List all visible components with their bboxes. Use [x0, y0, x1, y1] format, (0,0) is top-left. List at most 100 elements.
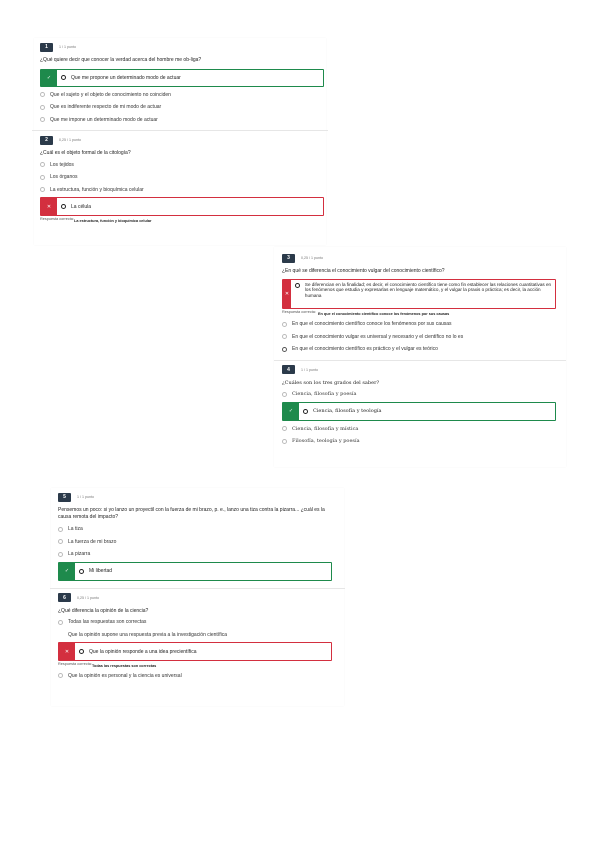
selected-answer[interactable]: ✕ Se diferencian en la finalidad; es dec…	[282, 278, 556, 309]
answer-option[interactable]: Filosofía, teología y poesía	[282, 435, 558, 448]
option-text: Que me impone un determinado modo de act…	[50, 116, 158, 123]
check-icon: ✓	[41, 69, 57, 86]
question-header: 3 0,25 / 1 punto	[282, 253, 558, 263]
answer-option[interactable]: Que me impone un determinado modo de act…	[40, 114, 320, 127]
radio[interactable]	[40, 117, 45, 123]
answer-option[interactable]: La tiza	[58, 523, 337, 536]
radio[interactable]	[40, 104, 45, 110]
question-header: 4 1 / 1 punto	[282, 365, 558, 375]
option-text: En que el conocimiento científico es prá…	[292, 346, 438, 353]
question-text: ¿Cuál es el objeto formal de la citologí…	[40, 150, 131, 156]
option-text: Que el sujeto y el objeto de conocimient…	[50, 91, 171, 98]
option-text: Que es indiferente respecto de mi modo d…	[50, 104, 162, 111]
radio-selected[interactable]	[294, 282, 300, 288]
radio[interactable]	[58, 619, 63, 625]
option-text: Que la opinión es personal y la ciencia …	[68, 672, 182, 679]
option-text: Los tejidos	[50, 161, 74, 168]
answer-option[interactable]: La estructura, función y bioquímica celu…	[40, 184, 320, 197]
question-header: 1 1 / 1 punto	[40, 42, 320, 52]
question-text: Pensemos un poco: si yo lanzo un proyect…	[58, 507, 325, 520]
answer-option[interactable]: La fuerza de mi brazo	[58, 536, 337, 549]
radio-selected[interactable]	[61, 75, 66, 80]
question-header: 6 0,25 / 1 punto	[58, 593, 337, 603]
selected-answer[interactable]: ✓ Que me propone un determinado modo de …	[40, 68, 324, 87]
check-icon: ✓	[283, 402, 299, 420]
correct-answer-label: Respuesta correcta:	[58, 662, 92, 666]
radio[interactable]	[282, 426, 287, 432]
selected-answer[interactable]: ✕ La célula	[40, 197, 324, 216]
question-number: 1	[40, 42, 53, 52]
selected-answer[interactable]: ✕ Que la opinión responde a una idea pre…	[58, 642, 332, 661]
radio[interactable]	[40, 174, 45, 180]
answer-text: Ciencia, filosofía y teología	[313, 408, 382, 415]
radio-selected[interactable]	[61, 204, 66, 209]
option-text: La estructura, función y bioquímica celu…	[50, 186, 144, 193]
question-header: 5 1 / 1 punto	[58, 492, 337, 502]
quiz-block-1: 1 1 / 1 punto ¿Qué quiere decir que cono…	[32, 38, 328, 245]
question-number: 2	[40, 135, 53, 145]
cross-icon: ✕	[59, 643, 75, 660]
divider	[50, 587, 345, 589]
question-score: 0,25 / 1 punto	[301, 256, 323, 260]
answer-text: Que me propone un determinado modo de ac…	[71, 74, 181, 81]
quiz-block-3: 5 1 / 1 punto Pensemos un poco: si yo la…	[50, 488, 345, 706]
radio-selected[interactable]	[79, 568, 84, 574]
answer-option[interactable]: Que es indiferente respecto de mi modo d…	[40, 101, 320, 114]
radio[interactable]	[282, 391, 287, 397]
radio[interactable]	[40, 187, 45, 193]
cross-icon: ✕	[41, 198, 57, 215]
question-score: 1 / 1 punto	[59, 45, 76, 49]
radio-selected[interactable]	[79, 649, 84, 654]
question-header: 2 0,25 / 1 punto	[40, 135, 320, 145]
answer-option[interactable]: En que el conocimiento vulgar es univers…	[282, 331, 558, 344]
answer-option[interactable]: Todas las respuestas son correctas	[58, 616, 337, 629]
question-text: ¿En qué se diferencia el conocimiento vu…	[282, 268, 445, 274]
correct-answer-label: Respuesta correcta:	[282, 309, 316, 314]
divider	[32, 130, 328, 131]
answer-option[interactable]: Los tejidos	[40, 159, 320, 172]
question-text: ¿Qué quiere decir que conocer la verdad …	[40, 57, 202, 63]
question-score: 0,25 / 1 punto	[77, 595, 99, 600]
option-text: La tiza	[68, 526, 83, 533]
answer-option[interactable]: En que el conocimiento científico conoce…	[282, 318, 558, 331]
question-score: 1 / 1 punto	[301, 367, 318, 372]
radio[interactable]	[282, 321, 287, 327]
option-text: Ciencia, filosofía y mística	[292, 425, 359, 432]
answer-option[interactable]: Ciencia, filosofía y poesía	[282, 388, 558, 401]
radio[interactable]	[58, 673, 63, 679]
option-text: Filosofía, teología y poesía	[292, 438, 360, 445]
radio[interactable]	[282, 346, 287, 352]
radio[interactable]	[282, 334, 287, 340]
answer-text: Que la opinión responde a una idea preci…	[89, 648, 197, 655]
radio[interactable]	[40, 162, 45, 168]
radio[interactable]	[282, 438, 287, 444]
answer-option[interactable]: La pizarra	[58, 548, 337, 561]
selected-answer[interactable]: ✓ Ciencia, filosofía y teología	[282, 401, 556, 421]
question-number: 4	[282, 365, 295, 375]
selected-answer[interactable]: ✓ Mi libertad	[58, 561, 332, 581]
answer-text: La célula	[71, 203, 92, 210]
option-text: La fuerza de mi brazo	[68, 538, 117, 545]
question-number: 5	[58, 492, 71, 502]
radio-selected[interactable]	[303, 408, 308, 414]
answer-option[interactable]: Los órganos	[40, 171, 320, 184]
answer-option[interactable]: Que el sujeto y el objeto de conocimient…	[40, 89, 320, 102]
answer-option[interactable]: Ciencia, filosofía y mística	[282, 423, 558, 436]
answer-option[interactable]: En que el conocimiento científico es prá…	[282, 343, 558, 356]
option-text: En que el conocimiento científico conoce…	[292, 321, 452, 328]
correct-answer-value: En que el conocimiento científico conoce…	[318, 311, 450, 316]
question-text: ¿Qué diferencia la opinión de la ciencia…	[58, 607, 149, 614]
option-text: Que la opinión supone una respuesta prev…	[68, 631, 227, 638]
answer-option[interactable]: Que la opinión es personal y la ciencia …	[58, 670, 337, 683]
correct-answer: Respuesta correcta: Todas las respuestas…	[58, 662, 337, 669]
radio[interactable]	[58, 526, 63, 532]
correct-answer-label: Respuesta correcta:	[40, 217, 74, 221]
correct-answer: Respuesta correcta: La estructura, funci…	[40, 217, 320, 224]
answer-option[interactable]: Que la opinión supone una respuesta prev…	[58, 629, 337, 642]
radio[interactable]	[58, 551, 63, 557]
option-text: La pizarra	[68, 551, 91, 558]
radio[interactable]	[40, 92, 45, 98]
radio[interactable]	[58, 539, 63, 545]
divider	[274, 359, 566, 361]
answer-text: Se diferencian en la finalidad; es decir…	[304, 281, 552, 298]
